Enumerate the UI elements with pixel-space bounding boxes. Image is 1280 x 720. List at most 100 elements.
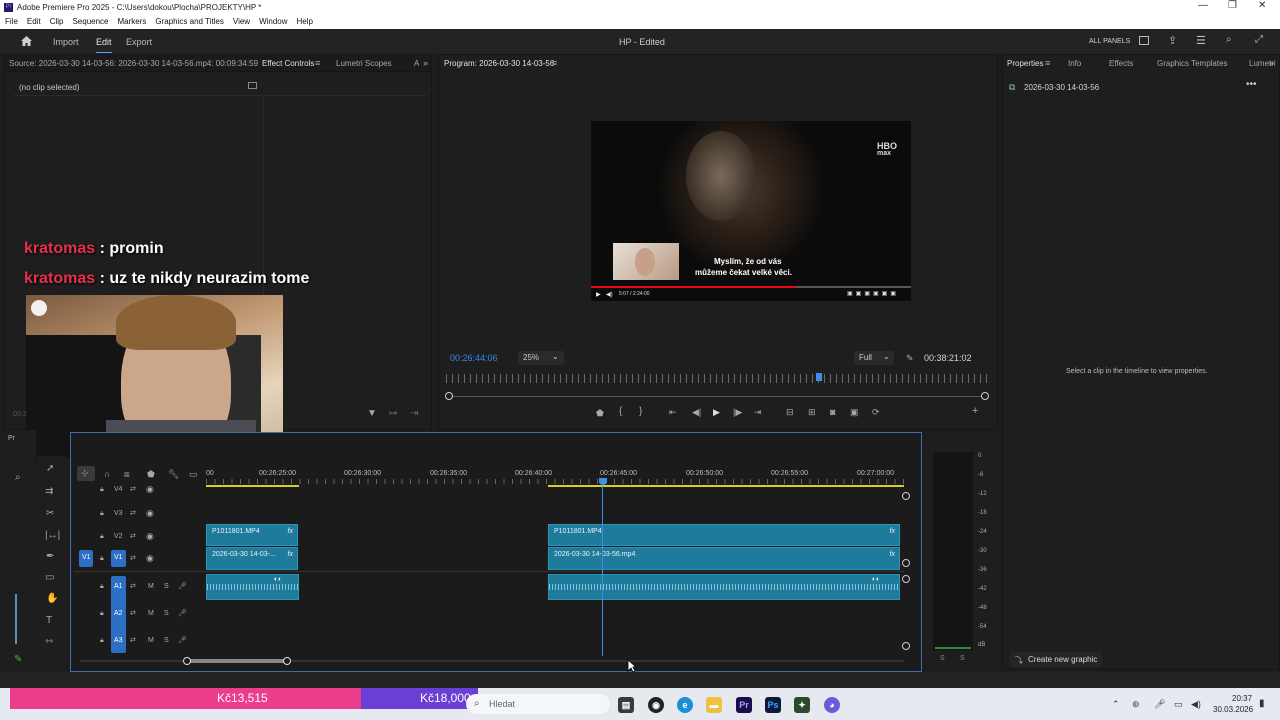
- tab-source[interactable]: Source: 2026-03-30 14-03-56: 2026-03-30 …: [9, 59, 258, 68]
- mute-a2[interactable]: M: [148, 610, 154, 617]
- lift-icon[interactable]: ⊟: [786, 407, 794, 417]
- clip-v2-left[interactable]: P1011801.MP4 fx: [206, 524, 298, 546]
- export-frame-icon[interactable]: ⇥: [410, 409, 418, 419]
- eye-icon[interactable]: ◉: [146, 553, 154, 564]
- lock-icon[interactable]: 🔒︎: [100, 610, 104, 618]
- snap-toggle[interactable]: ⊹: [77, 466, 95, 481]
- sync-lock-icon[interactable]: ⇄: [130, 554, 136, 562]
- caption-tool-icon[interactable]: ⇿: [45, 637, 53, 647]
- source-patch-v1[interactable]: V1: [79, 550, 93, 567]
- tray-chevron-icon[interactable]: ⌃: [1112, 699, 1120, 710]
- notifications-icon[interactable]: ▮: [1259, 698, 1265, 709]
- search-icon[interactable]: ⌕: [1226, 34, 1232, 45]
- mute-a3[interactable]: M: [148, 637, 154, 644]
- export-frame-icon[interactable]: ◙: [830, 407, 835, 417]
- eye-icon[interactable]: ◉: [146, 484, 154, 495]
- menu-help[interactable]: Help: [297, 17, 313, 26]
- scroll-handle-left[interactable]: [445, 392, 453, 400]
- program-current-timecode[interactable]: 00:26:44:06: [450, 353, 498, 363]
- lock-icon[interactable]: 🔒︎: [100, 486, 104, 494]
- program-scrollbar[interactable]: [449, 396, 987, 397]
- chrome-icon[interactable]: ◉: [648, 697, 664, 713]
- premiere-taskbar-icon[interactable]: Pr: [736, 697, 752, 713]
- program-playhead[interactable]: [816, 373, 823, 381]
- button-editor-icon[interactable]: +: [972, 406, 978, 417]
- mark-in-icon[interactable]: {: [619, 407, 622, 417]
- tab-import[interactable]: Import: [53, 37, 79, 47]
- track-select-tool-icon[interactable]: ⇉: [45, 487, 53, 497]
- panel-menu-icon[interactable]: ≡: [552, 58, 557, 68]
- tab-overflow[interactable]: A: [414, 59, 419, 68]
- resolution-select[interactable]: Full ⌄: [854, 351, 894, 365]
- solo-a3[interactable]: S: [164, 637, 169, 644]
- filter-icon[interactable]: ▼: [367, 409, 377, 419]
- go-to-in-icon[interactable]: ⇤: [669, 407, 677, 417]
- clock-time[interactable]: 20:37: [1232, 694, 1252, 703]
- lock-icon[interactable]: 🔒︎: [100, 637, 104, 645]
- menu-file[interactable]: File: [5, 17, 18, 26]
- mute-a1[interactable]: M: [148, 583, 154, 590]
- hscroll-handle-right[interactable]: [283, 657, 291, 665]
- volume-icon[interactable]: ◀): [1191, 699, 1201, 710]
- proxy-toggle-icon[interactable]: ⟳: [872, 407, 880, 417]
- discord-icon[interactable]: ◕: [824, 697, 840, 713]
- menu-window[interactable]: Window: [259, 17, 287, 26]
- track-label-a1[interactable]: A1: [114, 583, 123, 590]
- track-label-a3[interactable]: A3: [114, 637, 123, 644]
- tab-properties[interactable]: Properties: [1007, 59, 1043, 68]
- vscroll-handle[interactable]: [902, 559, 910, 567]
- tray-app-icon[interactable]: ⊛: [1132, 699, 1140, 710]
- program-ruler[interactable]: [446, 374, 987, 383]
- captions-icon[interactable]: ▭: [189, 469, 198, 479]
- wrench-icon[interactable]: ✎: [906, 353, 914, 363]
- clock-date[interactable]: 30.03.2026: [1213, 705, 1253, 714]
- linked-selection-icon[interactable]: ⧈: [124, 469, 130, 479]
- share-icon[interactable]: ⇪: [1168, 34, 1177, 47]
- sync-lock-icon[interactable]: ⇄: [130, 532, 136, 540]
- voice-over-icon[interactable]: 🎤︎: [178, 609, 187, 617]
- edge-icon[interactable]: e: [677, 697, 693, 713]
- timeline-ruler-ticks[interactable]: [206, 479, 906, 484]
- app-icon[interactable]: ✦: [794, 697, 810, 713]
- hscroll-handle-left[interactable]: [183, 657, 191, 665]
- tab-effects[interactable]: Effects: [1109, 59, 1133, 68]
- extract-icon[interactable]: ⊞: [808, 407, 816, 417]
- snap-magnet-icon[interactable]: ∩: [104, 469, 110, 479]
- add-marker-icon[interactable]: ⬟: [596, 408, 604, 418]
- menu-edit[interactable]: Edit: [27, 17, 41, 26]
- slip-tool-icon[interactable]: |↔|: [45, 531, 60, 541]
- voice-over-icon[interactable]: 🎤︎: [178, 636, 187, 644]
- track-target-v1[interactable]: V1: [111, 550, 126, 567]
- voice-over-icon[interactable]: 🎤︎: [178, 582, 187, 590]
- solo-a1[interactable]: S: [164, 583, 169, 590]
- microphone-icon[interactable]: 🎤︎: [1154, 699, 1165, 710]
- all-panels-button[interactable]: ALL PANELS: [1089, 38, 1130, 45]
- menu-clip[interactable]: Clip: [50, 17, 64, 26]
- solo-left[interactable]: S: [940, 655, 945, 662]
- clip-v1-left[interactable]: 2026-03-30 14-03-... fx: [206, 547, 298, 570]
- tab-effect-controls[interactable]: Effect Controls: [262, 59, 314, 68]
- lock-icon[interactable]: 🔒︎: [100, 510, 104, 518]
- audio-clip-a1-left[interactable]: ◖◗: [206, 574, 299, 600]
- sync-lock-icon[interactable]: ⇄: [130, 582, 136, 590]
- clip-view-icon[interactable]: [248, 82, 257, 89]
- task-view-icon[interactable]: ▤: [618, 697, 634, 713]
- layout-icon[interactable]: [1139, 36, 1149, 45]
- lock-icon[interactable]: 🔒︎: [100, 533, 104, 541]
- panel-expand-icon[interactable]: »: [423, 58, 428, 68]
- timeline-tab-partial[interactable]: Pr: [8, 435, 15, 442]
- vscroll-handle[interactable]: [902, 575, 910, 583]
- play-only-audio-icon[interactable]: ↦: [389, 409, 397, 419]
- vscroll-handle[interactable]: [902, 642, 910, 650]
- add-marker-icon[interactable]: ⬟: [147, 469, 155, 479]
- restore-button[interactable]: ❐: [1228, 0, 1237, 11]
- tab-lumetri-scopes[interactable]: Lumetri Scopes: [336, 59, 392, 68]
- scroll-handle-right[interactable]: [981, 392, 989, 400]
- sync-lock-icon[interactable]: ⇄: [130, 485, 136, 493]
- menu-markers[interactable]: Markers: [118, 17, 147, 26]
- sync-lock-icon[interactable]: ⇄: [130, 509, 136, 517]
- close-button[interactable]: ✕: [1258, 0, 1266, 11]
- play-icon[interactable]: ▶: [713, 407, 720, 417]
- quick-export-icon[interactable]: ☰: [1196, 34, 1206, 47]
- solo-right[interactable]: S: [960, 655, 965, 662]
